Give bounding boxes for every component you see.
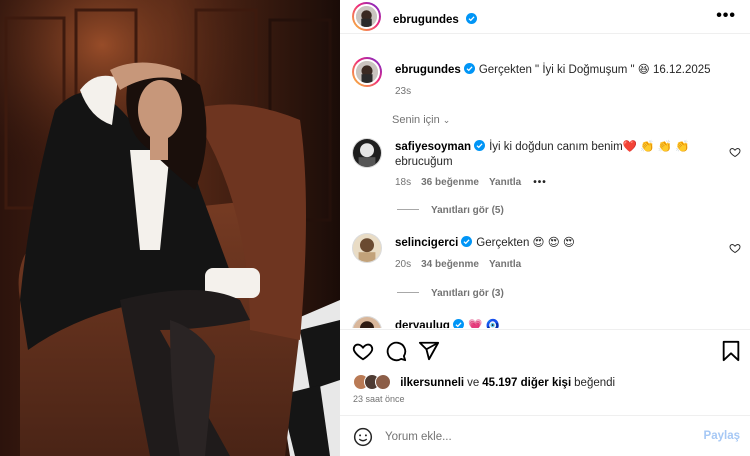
comment-sort-label: Senin için xyxy=(392,114,440,126)
commenter-avatar[interactable] xyxy=(352,138,382,168)
comment-like-heart-icon[interactable] xyxy=(729,242,741,254)
view-replies-label: Yanıtları gör (3) xyxy=(431,288,504,299)
caption-text: Gerçekten " İyi ki Doğmuşum " 😆 16.12.20… xyxy=(478,64,711,76)
replies-divider xyxy=(397,209,419,210)
likers-avatars xyxy=(353,374,397,390)
comment-input[interactable] xyxy=(385,426,685,448)
commenter-avatar[interactable] xyxy=(352,316,382,328)
view-replies-label: Yanıtları gör (5) xyxy=(431,205,504,216)
header-username[interactable]: ebrugundes xyxy=(393,14,459,26)
commenter-avatar[interactable] xyxy=(352,233,382,263)
comment-like-heart-icon[interactable] xyxy=(729,146,741,158)
likes-suffix: beğendi xyxy=(574,377,616,389)
verified-icon xyxy=(474,140,486,151)
chevron-down-icon: ⌄ xyxy=(442,115,451,125)
view-replies-button[interactable]: Yanıtları gör (5) xyxy=(397,205,504,216)
likes-count[interactable]: 45.197 diğer kişi xyxy=(482,377,571,389)
comment-username[interactable]: deryauluq xyxy=(395,320,450,328)
post-timestamp[interactable]: 23 saat önce xyxy=(353,394,405,404)
likes-connector: ve xyxy=(467,377,480,389)
reply-button[interactable]: Yanıtla xyxy=(489,259,521,270)
verified-icon xyxy=(452,319,464,328)
post-photo-image xyxy=(0,0,340,456)
caption-username[interactable]: ebrugundes xyxy=(395,64,461,76)
verified-icon xyxy=(461,236,473,247)
comment-icon[interactable] xyxy=(385,340,407,362)
caption-avatar[interactable] xyxy=(352,57,382,87)
header-author[interactable]: ebrugundes xyxy=(393,10,478,28)
post-comment-button[interactable]: Paylaş xyxy=(704,430,740,442)
comment-time[interactable]: 18s xyxy=(395,177,411,188)
comment-text: Gerçekten 😍 😍 😍 xyxy=(476,237,575,249)
comment-text: 💗 🧿 xyxy=(467,320,500,328)
post-photo[interactable] xyxy=(0,0,340,456)
post-header: ebrugundes ••• xyxy=(340,0,750,34)
comment-username[interactable]: selincigerci xyxy=(395,237,458,249)
save-icon[interactable] xyxy=(720,340,742,362)
comment-composer: Paylaş xyxy=(340,415,750,456)
replies-divider xyxy=(397,292,419,293)
caption: ebrugundes Gerçekten " İyi ki Doğmuşum " … xyxy=(395,63,735,99)
caption-time[interactable]: 23s xyxy=(395,84,735,99)
reply-button[interactable]: Yanıtla xyxy=(489,177,521,188)
view-replies-button[interactable]: Yanıtları gör (3) xyxy=(397,288,504,299)
post-detail-panel: ebrugundes ••• ebrugundes Gerçekten " İyi… xyxy=(340,0,750,456)
post-actions: ilkersunneli ve 45.197 diğer kişi beğendi 2… xyxy=(340,329,750,414)
comment-item: deryauluq 💗 🧿 xyxy=(395,319,715,328)
comment-item: safiyesoyman İyi ki doğdun canım benim❤️ … xyxy=(395,140,715,190)
comment-more-icon[interactable]: ••• xyxy=(533,177,547,188)
comment-likes[interactable]: 34 beğenme xyxy=(421,259,479,270)
author-avatar[interactable] xyxy=(352,2,381,31)
emoji-icon[interactable] xyxy=(353,427,373,447)
verified-icon xyxy=(466,13,478,24)
share-icon[interactable] xyxy=(418,340,440,362)
likes-summary[interactable]: ilkersunneli ve 45.197 diğer kişi beğendi xyxy=(353,374,618,390)
comment-item: selincigerci Gerçekten 😍 😍 😍 20s 34 beğenm… xyxy=(395,236,715,272)
comment-time[interactable]: 20s xyxy=(395,259,411,270)
more-icon[interactable]: ••• xyxy=(716,7,736,25)
liker-username[interactable]: ilkersunneli xyxy=(400,377,464,389)
heart-icon[interactable] xyxy=(352,340,374,362)
comment-sort-toggle[interactable]: Senin için ⌄ xyxy=(392,114,450,126)
comments-list[interactable]: ebrugundes Gerçekten " İyi ki Doğmuşum " … xyxy=(340,35,750,328)
liker-avatar xyxy=(375,374,391,390)
verified-icon xyxy=(463,63,475,74)
comment-username[interactable]: safiyesoyman xyxy=(395,141,471,153)
comment-likes[interactable]: 36 beğenme xyxy=(421,177,479,188)
